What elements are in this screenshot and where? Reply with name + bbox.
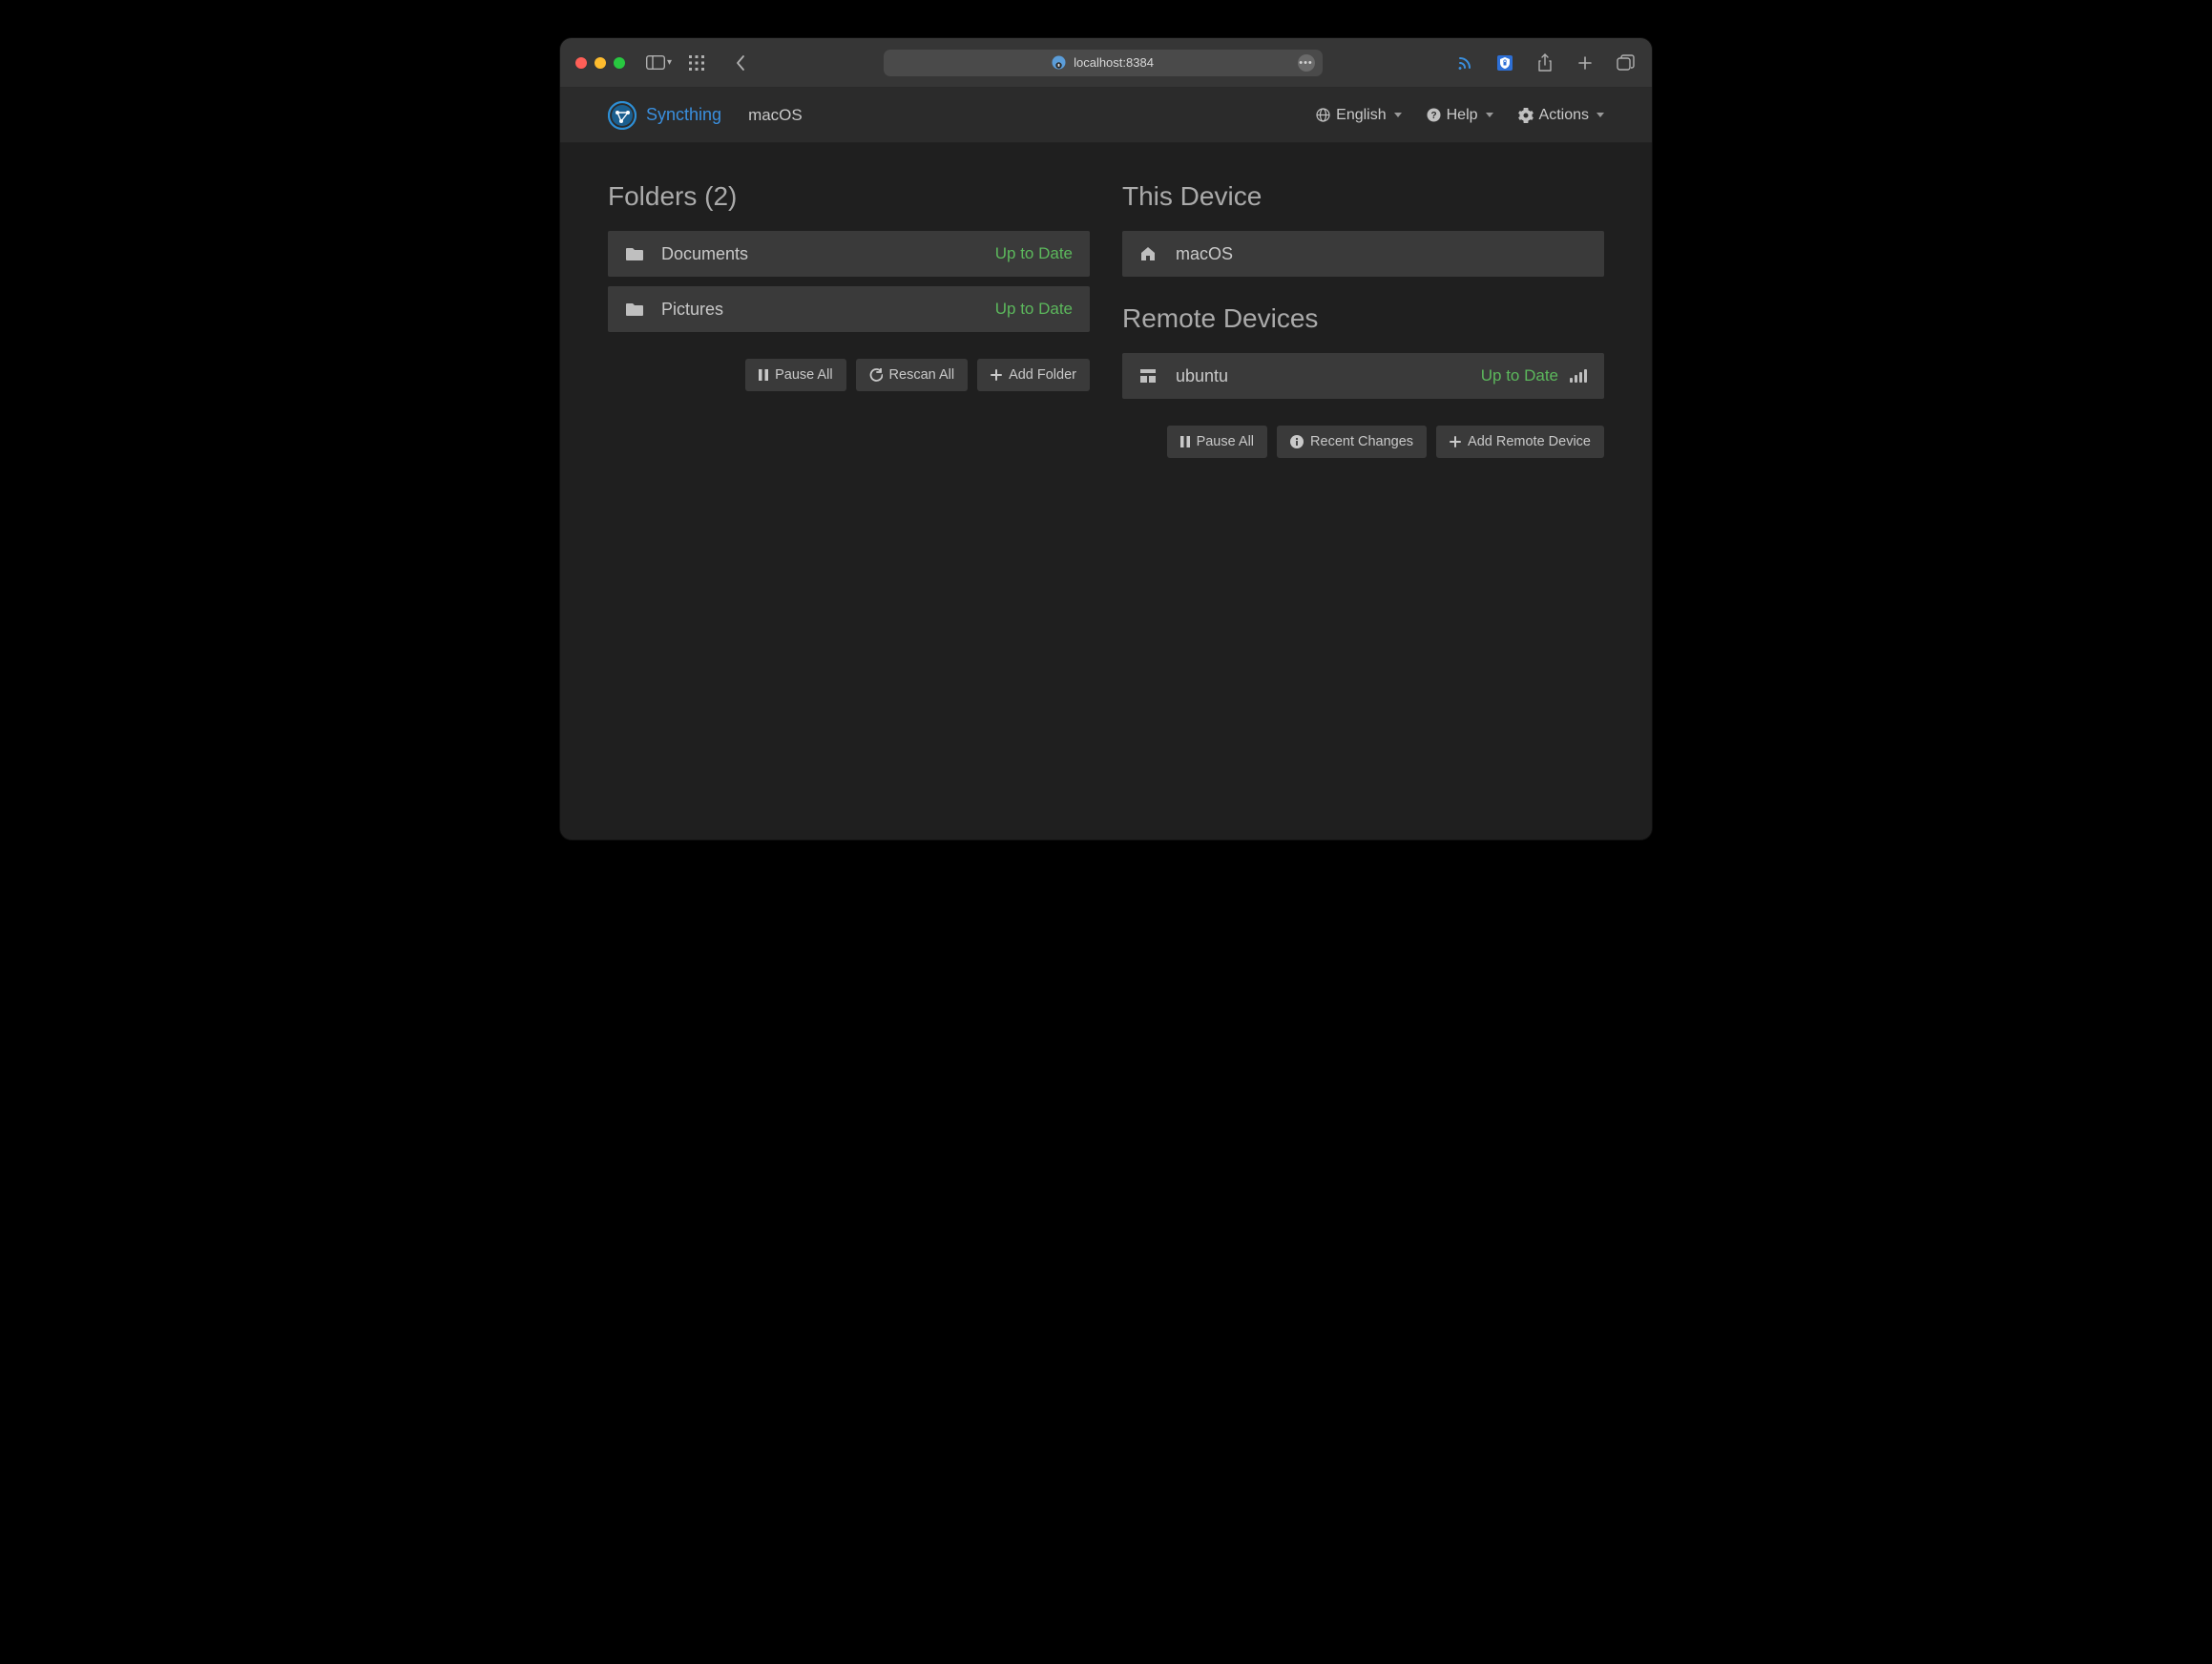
extension-shield-icon[interactable] xyxy=(1493,52,1516,74)
brand[interactable]: Syncthing xyxy=(608,101,721,130)
maximize-window-button[interactable] xyxy=(614,57,625,69)
actions-menu-label: Actions xyxy=(1539,107,1589,124)
page-actions-icon[interactable]: ••• xyxy=(1298,54,1315,72)
button-label: Rescan All xyxy=(889,367,955,383)
folders-column: Folders (2) Documents Up to Date Picture… xyxy=(608,181,1090,801)
new-tab-icon[interactable] xyxy=(1574,52,1596,74)
address-bar-text: localhost:8384 xyxy=(1074,55,1154,70)
button-label: Pause All xyxy=(775,367,832,383)
brand-name: Syncthing xyxy=(646,105,721,125)
main-content: Folders (2) Documents Up to Date Picture… xyxy=(560,143,1652,840)
help-menu-label: Help xyxy=(1447,107,1478,124)
devices-column: This Device macOS Remote Devices ubuntu xyxy=(1122,181,1604,801)
button-label: Add Remote Device xyxy=(1468,434,1591,449)
pause-icon xyxy=(759,369,768,381)
app-header: Syncthing macOS English xyxy=(560,88,1652,143)
this-device-row[interactable]: macOS xyxy=(1122,231,1604,277)
folder-name: Documents xyxy=(661,244,748,264)
plus-icon xyxy=(991,369,1002,381)
svg-text:?: ? xyxy=(1430,111,1436,121)
pause-icon xyxy=(1180,436,1190,447)
pause-all-folders-button[interactable]: Pause All xyxy=(745,359,845,391)
start-page-grid-icon[interactable] xyxy=(685,52,708,74)
folder-name: Pictures xyxy=(661,300,723,320)
folder-icon xyxy=(625,302,648,317)
remote-device-row[interactable]: ubuntu Up to Date xyxy=(1122,353,1604,399)
folder-status: Up to Date xyxy=(995,300,1073,319)
minimize-window-button[interactable] xyxy=(595,57,606,69)
remote-device-status: Up to Date xyxy=(1481,366,1558,385)
address-bar[interactable]: localhost:8384 ••• xyxy=(884,50,1323,76)
folder-row[interactable]: Pictures Up to Date xyxy=(608,286,1090,332)
toolbar-right xyxy=(1453,52,1637,74)
back-button-icon[interactable] xyxy=(729,52,752,74)
folder-actions: Pause All Rescan All Add Folder xyxy=(608,359,1090,391)
chevron-down-icon[interactable]: ▾ xyxy=(667,57,672,68)
sidebar-toggle-icon[interactable] xyxy=(644,52,667,74)
info-icon xyxy=(1290,435,1304,448)
local-device-name-header[interactable]: macOS xyxy=(748,106,803,125)
refresh-icon xyxy=(869,368,883,382)
app-menu: English ? Help Actio xyxy=(1316,107,1604,124)
folder-row[interactable]: Documents Up to Date xyxy=(608,231,1090,277)
globe-icon xyxy=(1316,108,1330,122)
syncthing-logo-icon xyxy=(608,101,636,130)
share-icon[interactable] xyxy=(1534,52,1556,74)
button-label: Add Folder xyxy=(1009,367,1076,383)
help-menu[interactable]: ? Help xyxy=(1427,107,1493,124)
language-menu-label: English xyxy=(1336,107,1386,124)
add-remote-device-button[interactable]: Add Remote Device xyxy=(1436,426,1604,458)
button-label: Recent Changes xyxy=(1310,434,1413,449)
recent-changes-button[interactable]: Recent Changes xyxy=(1277,426,1427,458)
browser-titlebar: ▾ localhost:838 xyxy=(560,38,1652,88)
caret-down-icon xyxy=(1394,113,1402,117)
remote-device-icon xyxy=(1139,367,1162,385)
language-menu[interactable]: English xyxy=(1316,107,1401,124)
plus-icon xyxy=(1450,436,1461,447)
remote-device-name: ubuntu xyxy=(1176,366,1228,386)
site-settings-icon[interactable] xyxy=(1052,55,1066,70)
remote-devices-heading: Remote Devices xyxy=(1122,303,1604,334)
close-window-button[interactable] xyxy=(575,57,587,69)
device-actions: Pause All Recent Changes Add Remote Devi… xyxy=(1122,426,1604,458)
this-device-name: macOS xyxy=(1176,244,1233,264)
rss-feed-icon[interactable] xyxy=(1453,52,1476,74)
folder-status: Up to Date xyxy=(995,244,1073,263)
home-device-icon xyxy=(1139,245,1162,262)
folder-icon xyxy=(625,246,648,261)
caret-down-icon xyxy=(1596,113,1604,117)
help-icon: ? xyxy=(1427,108,1441,122)
browser-window: ▾ localhost:838 xyxy=(560,38,1652,840)
signal-bars-icon xyxy=(1570,369,1587,383)
sidebar-toggle-group: ▾ xyxy=(644,52,672,74)
actions-menu[interactable]: Actions xyxy=(1518,107,1604,124)
gear-icon xyxy=(1518,108,1534,123)
rescan-all-button[interactable]: Rescan All xyxy=(856,359,969,391)
add-folder-button[interactable]: Add Folder xyxy=(977,359,1090,391)
caret-down-icon xyxy=(1486,113,1493,117)
tab-overview-icon[interactable] xyxy=(1614,52,1637,74)
this-device-heading: This Device xyxy=(1122,181,1604,212)
pause-all-devices-button[interactable]: Pause All xyxy=(1167,426,1267,458)
folders-heading: Folders (2) xyxy=(608,181,1090,212)
button-label: Pause All xyxy=(1197,434,1254,449)
window-controls xyxy=(575,57,625,69)
